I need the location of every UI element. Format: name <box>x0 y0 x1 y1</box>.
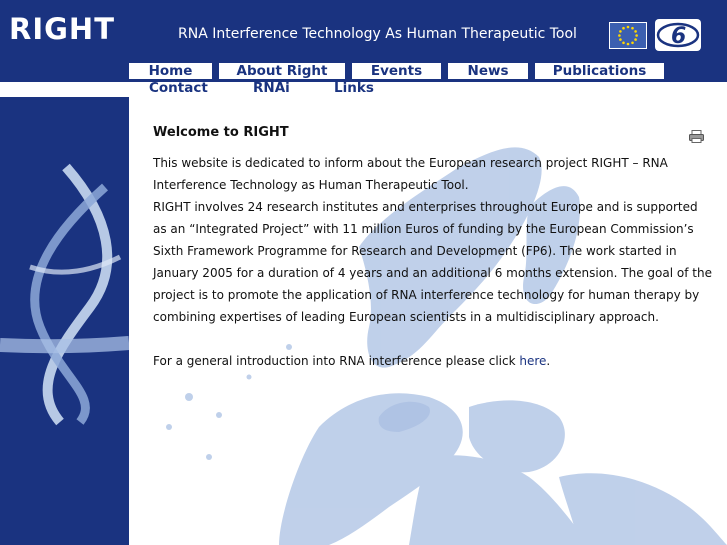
site-logo[interactable]: RIGHT <box>9 11 115 47</box>
nav-news[interactable]: News <box>448 63 528 79</box>
printer-icon[interactable] <box>689 128 704 143</box>
svg-text:6: 6 <box>671 24 686 49</box>
rnai-intro-text: For a general introduction into RNA inte… <box>153 354 520 368</box>
nav-home[interactable]: Home <box>129 63 212 79</box>
nav-contact[interactable]: Contact <box>149 80 208 96</box>
main-content: Welcome to RIGHT This website is dedicat… <box>129 97 727 545</box>
here-link[interactable]: here <box>519 354 546 368</box>
nav-events[interactable]: Events <box>352 63 441 79</box>
nav-separator <box>307 80 313 82</box>
sidebar-helix-graphic <box>0 97 129 545</box>
nav-about-right[interactable]: About Right <box>219 63 345 79</box>
project-paragraph: RIGHT involves 24 research institutes an… <box>153 200 712 324</box>
intro-paragraph: This website is dedicated to inform abou… <box>153 156 668 192</box>
eu-flag-icon <box>609 22 647 49</box>
nav-rnai[interactable]: RNAi <box>253 80 290 96</box>
welcome-text: This website is dedicated to inform abou… <box>153 152 713 372</box>
header-bar: RIGHT RNA Interference Technology As Hum… <box>0 0 727 62</box>
site-title: RNA Interference Technology As Human The… <box>178 26 577 42</box>
nav-links[interactable]: Links <box>334 80 374 96</box>
page-title: Welcome to RIGHT <box>153 125 289 140</box>
rnai-intro-paragraph: For a general introduction into RNA inte… <box>153 350 713 372</box>
rnai-intro-suffix: . <box>546 354 551 368</box>
nav-separator <box>228 80 234 82</box>
fp6-logo-icon: 6 <box>655 19 701 51</box>
nav-publications[interactable]: Publications <box>535 63 664 79</box>
